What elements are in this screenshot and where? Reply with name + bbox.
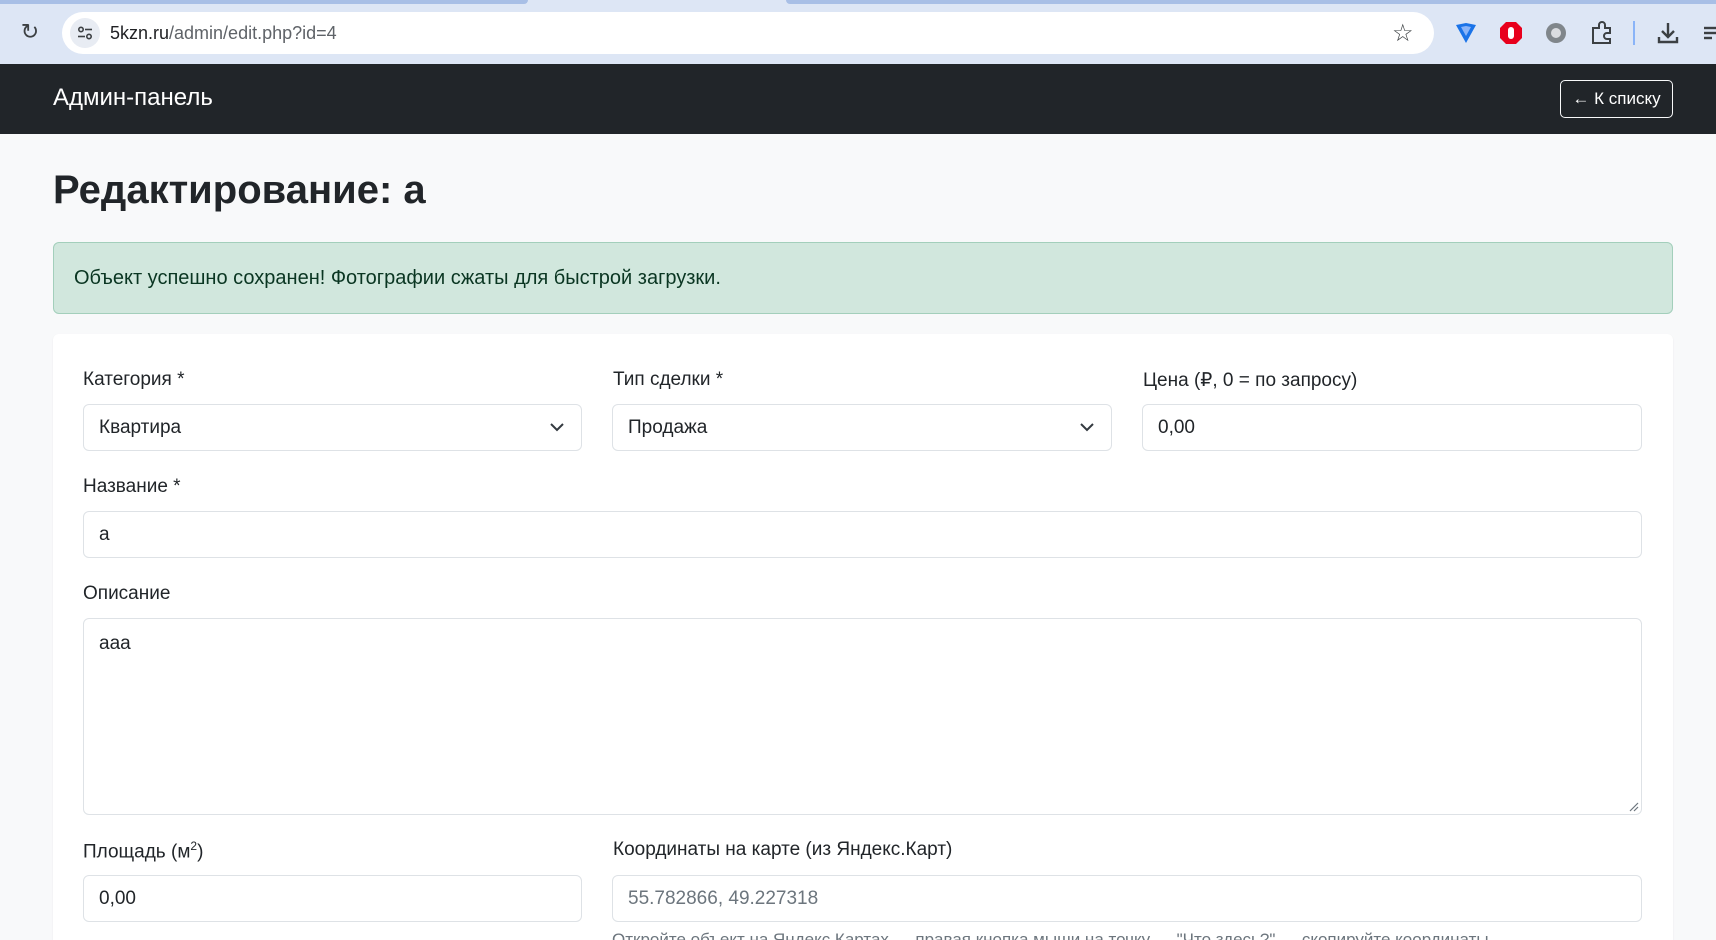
coordinates-label: Координаты на карте (из Яндекс.Карт) <box>613 839 953 860</box>
admin-navbar: Админ-панель ← К списку <box>0 64 1716 134</box>
reading-list-icon[interactable] <box>1702 20 1716 46</box>
url-host: 5kzn.ru <box>110 23 170 43</box>
name-label: Название * <box>83 476 181 497</box>
coordinates-help-text: Откройте объект на Яндекс.Картах → права… <box>612 930 1489 940</box>
page-title: Редактирование: а <box>53 168 426 212</box>
coordinates-input[interactable]: 55.782866, 49.227318 <box>612 875 1642 922</box>
category-value: Квартира <box>99 417 182 438</box>
tab-strip <box>0 0 1716 4</box>
url-path: /admin/edit.php?id=4 <box>169 23 337 43</box>
success-alert: Объект успешно сохранен! Фотографии сжат… <box>53 242 1673 314</box>
area-label: Площадь (м2) <box>83 839 203 863</box>
resize-grip-icon[interactable] <box>1627 800 1639 812</box>
description-textarea[interactable]: ааа <box>83 618 1642 815</box>
chevron-down-icon <box>550 423 564 432</box>
extension-circle-icon[interactable] <box>1543 20 1569 46</box>
site-info-icon[interactable] <box>70 18 100 48</box>
browser-toolbar: ↻ 5kzn.ru/admin/edit.php?id=4 ☆ <box>0 0 1716 64</box>
back-to-list-button[interactable]: ← К списку <box>1560 80 1673 118</box>
tab-edge[interactable] <box>786 0 1716 4</box>
address-bar[interactable]: 5kzn.ru/admin/edit.php?id=4 ☆ <box>62 12 1434 54</box>
category-label: Категория * <box>83 369 185 390</box>
url-text[interactable]: 5kzn.ru/admin/edit.php?id=4 <box>110 23 337 44</box>
download-icon[interactable] <box>1655 20 1681 46</box>
deal-type-label: Тип сделки * <box>613 369 724 390</box>
bookmark-star-icon[interactable]: ☆ <box>1392 19 1414 48</box>
deal-type-select[interactable]: Продажа <box>612 404 1112 451</box>
extensions-puzzle-icon[interactable] <box>1589 20 1615 46</box>
tab-edge[interactable] <box>0 0 528 4</box>
price-label: Цена (₽, 0 = по запросу) <box>1143 370 1358 391</box>
navbar-brand[interactable]: Админ-панель <box>53 84 213 112</box>
description-value: ааа <box>99 633 131 654</box>
extension-shield-icon[interactable] <box>1453 20 1479 46</box>
category-select[interactable]: Квартира <box>83 404 582 451</box>
chevron-down-icon <box>1080 423 1094 432</box>
area-label-text: Площадь (м <box>83 841 191 863</box>
adblock-icon[interactable] <box>1498 20 1524 46</box>
name-input[interactable]: а <box>83 511 1642 558</box>
area-label-close: ) <box>197 841 204 863</box>
price-input[interactable]: 0,00 <box>1142 404 1642 451</box>
toolbar-divider <box>1633 21 1635 45</box>
description-label: Описание <box>83 583 171 604</box>
reload-icon[interactable]: ↻ <box>18 20 42 44</box>
deal-type-value: Продажа <box>628 417 708 438</box>
area-input[interactable]: 0,00 <box>83 875 582 922</box>
